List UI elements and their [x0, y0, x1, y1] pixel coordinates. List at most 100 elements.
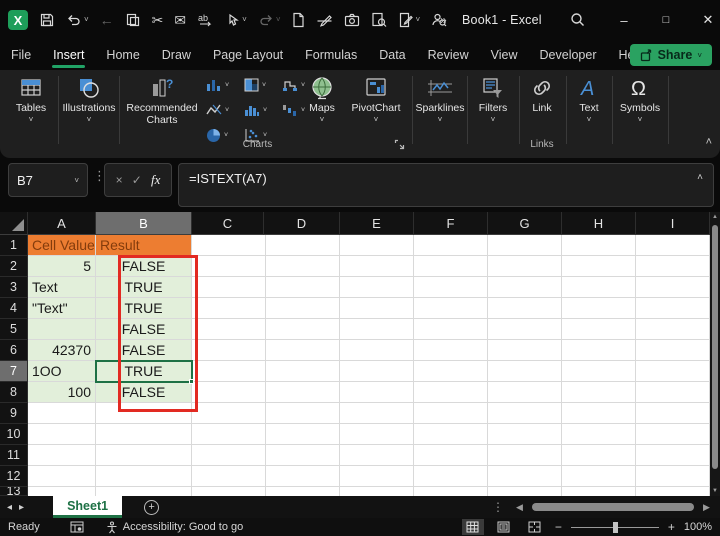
cell-A7[interactable]: 1OO: [28, 361, 96, 382]
select-all-corner[interactable]: [0, 212, 28, 235]
tab-data[interactable]: Data: [368, 42, 416, 68]
cell-A13[interactable]: [28, 487, 96, 496]
pivotchart-button[interactable]: PivotChart ˅: [345, 76, 407, 124]
page-break-preview-button[interactable]: [524, 519, 546, 535]
row-header[interactable]: 12: [0, 466, 28, 487]
column-header-b[interactable]: B: [96, 212, 192, 235]
tab-formulas[interactable]: Formulas: [294, 42, 368, 68]
cell-B12[interactable]: [96, 466, 192, 487]
zoom-slider-handle[interactable]: [612, 521, 618, 533]
scroll-right-icon[interactable]: ▶: [703, 502, 710, 513]
cell-A4[interactable]: "Text": [28, 298, 96, 319]
sparklines-button[interactable]: Sparklines ˅: [415, 76, 465, 124]
scroll-left-icon[interactable]: ◀: [516, 502, 523, 513]
collapse-ribbon-chevron[interactable]: ˄: [706, 136, 712, 148]
vertical-scrollbar-thumb[interactable]: [712, 225, 718, 469]
maximize-button[interactable]: □: [646, 0, 686, 40]
edit-document-icon[interactable]: ˅: [398, 12, 420, 28]
histogram-chart-button[interactable]: ˅: [244, 103, 267, 117]
cell-A3[interactable]: Text: [28, 277, 96, 298]
search-icon[interactable]: [570, 12, 585, 27]
column-header-c[interactable]: C: [192, 212, 264, 235]
sheet-nav-right-icon[interactable]: ▸: [19, 502, 31, 513]
column-header-f[interactable]: F: [414, 212, 488, 235]
row-header[interactable]: 5: [0, 319, 28, 340]
row-header[interactable]: 10: [0, 424, 28, 445]
horizontal-scrollbar[interactable]: [530, 503, 698, 511]
tab-developer[interactable]: Developer: [529, 42, 608, 68]
tab-home[interactable]: Home: [95, 42, 150, 68]
macro-record-icon[interactable]: [70, 521, 84, 533]
expand-formula-bar-chevron[interactable]: ˄: [697, 172, 703, 183]
column-header-h[interactable]: H: [562, 212, 636, 235]
tab-file[interactable]: File: [0, 42, 42, 68]
row-header[interactable]: 3: [0, 277, 28, 298]
row-header-selected[interactable]: 7: [0, 361, 28, 382]
column-chart-button[interactable]: ˅: [206, 78, 229, 92]
formula-input[interactable]: =ISTEXT(A7) ˄: [178, 163, 714, 207]
cell-B11[interactable]: [96, 445, 192, 466]
cell-A10[interactable]: [28, 424, 96, 445]
zoom-in-button[interactable]: +: [668, 520, 675, 534]
toolbar-overflow-chevron[interactable]: »: [440, 0, 447, 40]
camera-icon[interactable]: [344, 13, 360, 27]
maps-button[interactable]: Maps ˅: [302, 76, 342, 124]
column-header-i[interactable]: I: [636, 212, 710, 235]
cell-A8[interactable]: 100: [28, 382, 96, 403]
row-header[interactable]: 8: [0, 382, 28, 403]
share-button[interactable]: Share ˅: [629, 44, 712, 66]
row-header[interactable]: 11: [0, 445, 28, 466]
column-header-d[interactable]: D: [264, 212, 340, 235]
print-preview-icon[interactable]: [371, 12, 387, 28]
horizontal-scrollbar-thumb[interactable]: [532, 503, 694, 511]
save-icon[interactable]: [39, 12, 55, 28]
cell-A12[interactable]: [28, 466, 96, 487]
area-chart-button[interactable]: ˅: [244, 78, 266, 92]
tab-draw[interactable]: Draw: [151, 42, 202, 68]
normal-view-button[interactable]: [461, 519, 484, 535]
cell-A2[interactable]: 5: [28, 256, 96, 277]
copy-icon[interactable]: [125, 12, 141, 28]
cell-B13[interactable]: [96, 487, 192, 496]
scroll-down-icon[interactable]: ▼: [710, 488, 720, 494]
row-header[interactable]: 1: [0, 235, 28, 256]
tables-button[interactable]: Tables ˅: [8, 76, 54, 124]
cell-A1[interactable]: Cell Value: [28, 235, 96, 256]
enter-formula-icon[interactable]: ✓: [132, 173, 142, 187]
tab-review[interactable]: Review: [417, 42, 480, 68]
name-box[interactable]: B7 ˅: [8, 163, 88, 197]
page-layout-view-button[interactable]: [493, 519, 515, 535]
column-header-e[interactable]: E: [340, 212, 414, 235]
tab-page-layout[interactable]: Page Layout: [202, 42, 294, 68]
illustrations-button[interactable]: Illustrations ˅: [62, 76, 116, 124]
cut-icon[interactable]: ✂: [152, 13, 164, 27]
symbols-button[interactable]: Ω Symbols ˅: [615, 76, 665, 124]
row-header[interactable]: 13: [0, 487, 28, 496]
tab-view[interactable]: View: [480, 42, 529, 68]
scroll-up-icon[interactable]: ▲: [710, 214, 720, 220]
redo-button[interactable]: ˅: [258, 12, 280, 28]
row-header[interactable]: 2: [0, 256, 28, 277]
new-document-icon[interactable]: [291, 12, 305, 28]
add-sheet-button[interactable]: +: [144, 499, 160, 515]
touch-pointer-icon[interactable]: ˅: [226, 13, 247, 28]
filters-button[interactable]: Filters ˅: [470, 76, 516, 124]
zoom-level[interactable]: 100%: [684, 521, 712, 533]
back-icon[interactable]: ←: [100, 13, 114, 27]
autocorrect-icon[interactable]: ab: [197, 12, 215, 28]
column-header-g[interactable]: G: [488, 212, 562, 235]
cell-B10[interactable]: [96, 424, 192, 445]
minimize-button[interactable]: –: [604, 0, 644, 40]
status-mode[interactable]: Ready: [8, 521, 40, 533]
cell-A6[interactable]: 42370: [28, 340, 96, 361]
undo-button[interactable]: ˅: [66, 12, 89, 28]
text-button[interactable]: A Text ˅: [569, 76, 609, 124]
cell-A5[interactable]: [28, 319, 96, 340]
row-header[interactable]: 9: [0, 403, 28, 424]
close-button[interactable]: ✕: [688, 0, 720, 40]
recommended-charts-button[interactable]: ? Recommended Charts: [124, 76, 200, 126]
column-header-a[interactable]: A: [28, 212, 96, 235]
cancel-formula-icon[interactable]: ×: [116, 173, 123, 187]
link-button[interactable]: Link: [522, 76, 562, 114]
row-header[interactable]: 6: [0, 340, 28, 361]
